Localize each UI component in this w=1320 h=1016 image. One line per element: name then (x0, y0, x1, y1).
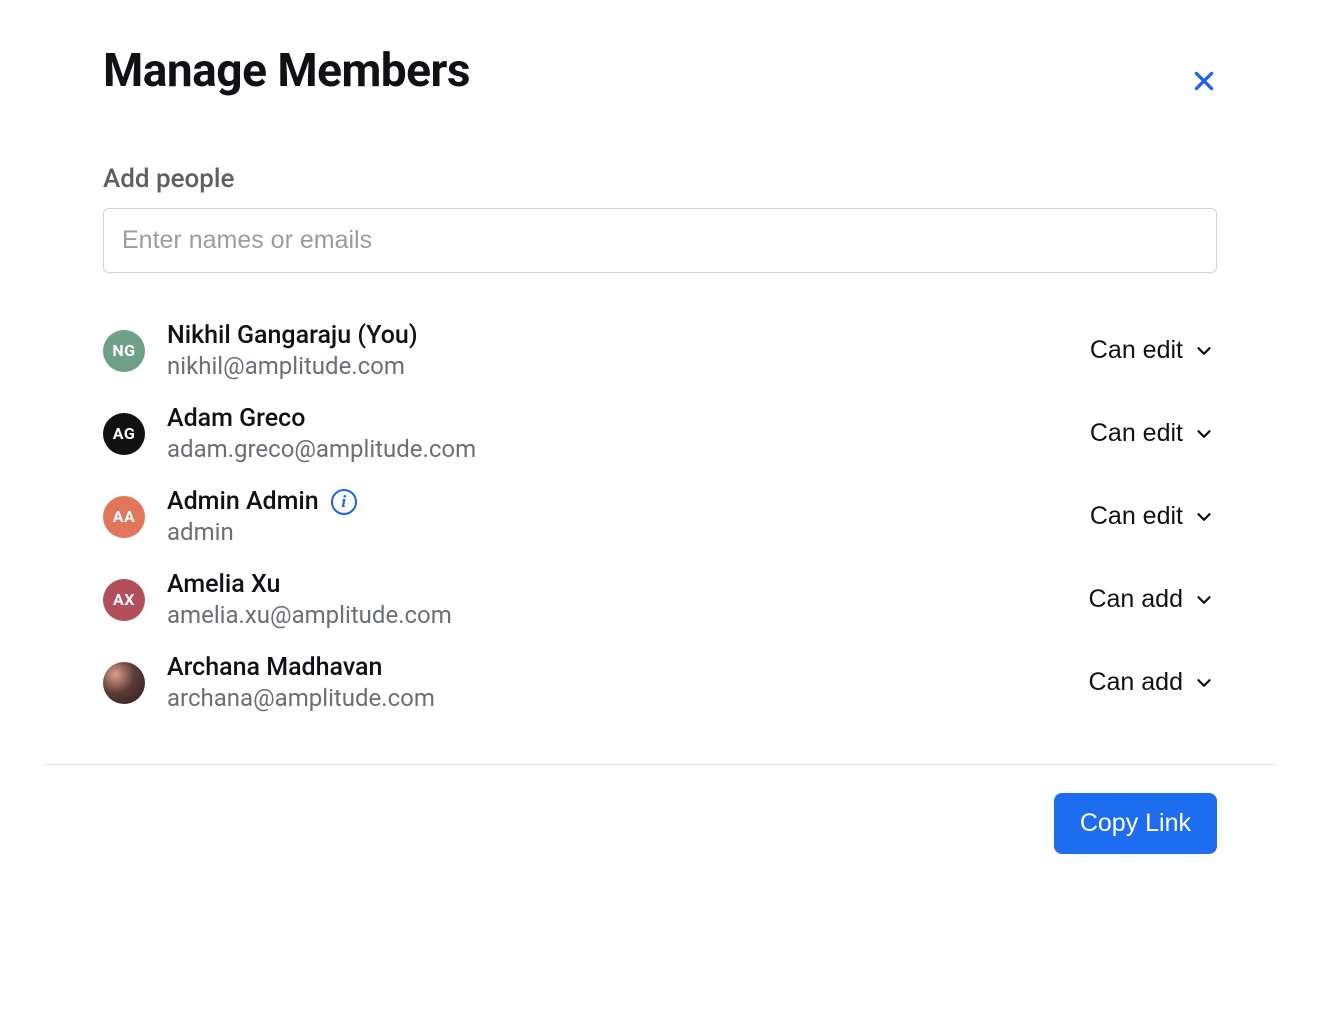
permission-dropdown[interactable]: Can edit (1088, 413, 1217, 454)
permission-dropdown[interactable]: Can add (1086, 662, 1217, 703)
chevron-down-icon (1193, 423, 1215, 445)
chevron-down-icon (1193, 672, 1215, 694)
chevron-down-icon (1193, 506, 1215, 528)
modal-title: Manage Members (103, 44, 470, 98)
permission-label: Can edit (1090, 419, 1183, 448)
member-row: AX Amelia Xuamelia.xu@amplitude.com Can ad… (103, 558, 1217, 641)
member-name-line: Archana Madhavan (167, 653, 1064, 682)
member-info: Admin Admin i admin (167, 487, 1066, 546)
manage-members-modal: Manage Members Add people NG Nikhil Ganga… (43, 0, 1277, 888)
member-name: Adam Greco (167, 404, 305, 433)
member-email: archana@amplitude.com (167, 684, 1064, 712)
member-name-line: Amelia Xu (167, 570, 1064, 599)
add-people-input-wrap (103, 208, 1217, 273)
member-name: Amelia Xu (167, 570, 280, 599)
member-info: Nikhil Gangaraju (You)nikhil@amplitude.c… (167, 321, 1066, 380)
member-email: adam.greco@amplitude.com (167, 435, 1066, 463)
copy-link-button[interactable]: Copy Link (1054, 793, 1217, 854)
member-name: Archana Madhavan (167, 653, 382, 682)
avatar: AX (103, 579, 145, 621)
avatar: AA (103, 496, 145, 538)
add-people-label: Add people (103, 164, 1217, 194)
permission-label: Can add (1088, 668, 1183, 697)
member-name: Nikhil Gangaraju (You) (167, 321, 418, 350)
permission-dropdown[interactable]: Can add (1086, 579, 1217, 620)
modal-header: Manage Members (103, 44, 1217, 102)
chevron-down-icon (1193, 589, 1215, 611)
avatar (103, 662, 145, 704)
member-row: Archana Madhavanarchana@amplitude.com Can… (103, 641, 1217, 724)
modal-content: Manage Members Add people NG Nikhil Ganga… (43, 0, 1277, 764)
add-people-input[interactable] (103, 208, 1217, 273)
member-info: Adam Grecoadam.greco@amplitude.com (167, 404, 1066, 463)
avatar: AG (103, 413, 145, 455)
members-list: NG Nikhil Gangaraju (You)nikhil@amplitude… (103, 309, 1217, 724)
close-icon (1191, 68, 1217, 94)
member-email: nikhil@amplitude.com (167, 352, 1066, 380)
permission-dropdown[interactable]: Can edit (1088, 496, 1217, 537)
member-row: NG Nikhil Gangaraju (You)nikhil@amplitude… (103, 309, 1217, 392)
member-email: amelia.xu@amplitude.com (167, 601, 1064, 629)
permission-label: Can edit (1090, 502, 1183, 531)
permission-dropdown[interactable]: Can edit (1088, 330, 1217, 371)
close-button[interactable] (1183, 60, 1225, 102)
member-email: admin (167, 518, 1066, 546)
chevron-down-icon (1193, 340, 1215, 362)
modal-footer: Copy Link (43, 764, 1277, 888)
member-info: Amelia Xuamelia.xu@amplitude.com (167, 570, 1064, 629)
member-row: AA Admin Admin i admin Can edit (103, 475, 1217, 558)
member-name-line: Admin Admin i (167, 487, 1066, 516)
permission-label: Can edit (1090, 336, 1183, 365)
member-name-line: Adam Greco (167, 404, 1066, 433)
member-name: Admin Admin (167, 487, 319, 516)
member-row: AG Adam Grecoadam.greco@amplitude.com Can … (103, 392, 1217, 475)
permission-label: Can add (1088, 585, 1183, 614)
member-info: Archana Madhavanarchana@amplitude.com (167, 653, 1064, 712)
info-icon[interactable]: i (331, 489, 357, 515)
member-name-line: Nikhil Gangaraju (You) (167, 321, 1066, 350)
avatar: NG (103, 330, 145, 372)
